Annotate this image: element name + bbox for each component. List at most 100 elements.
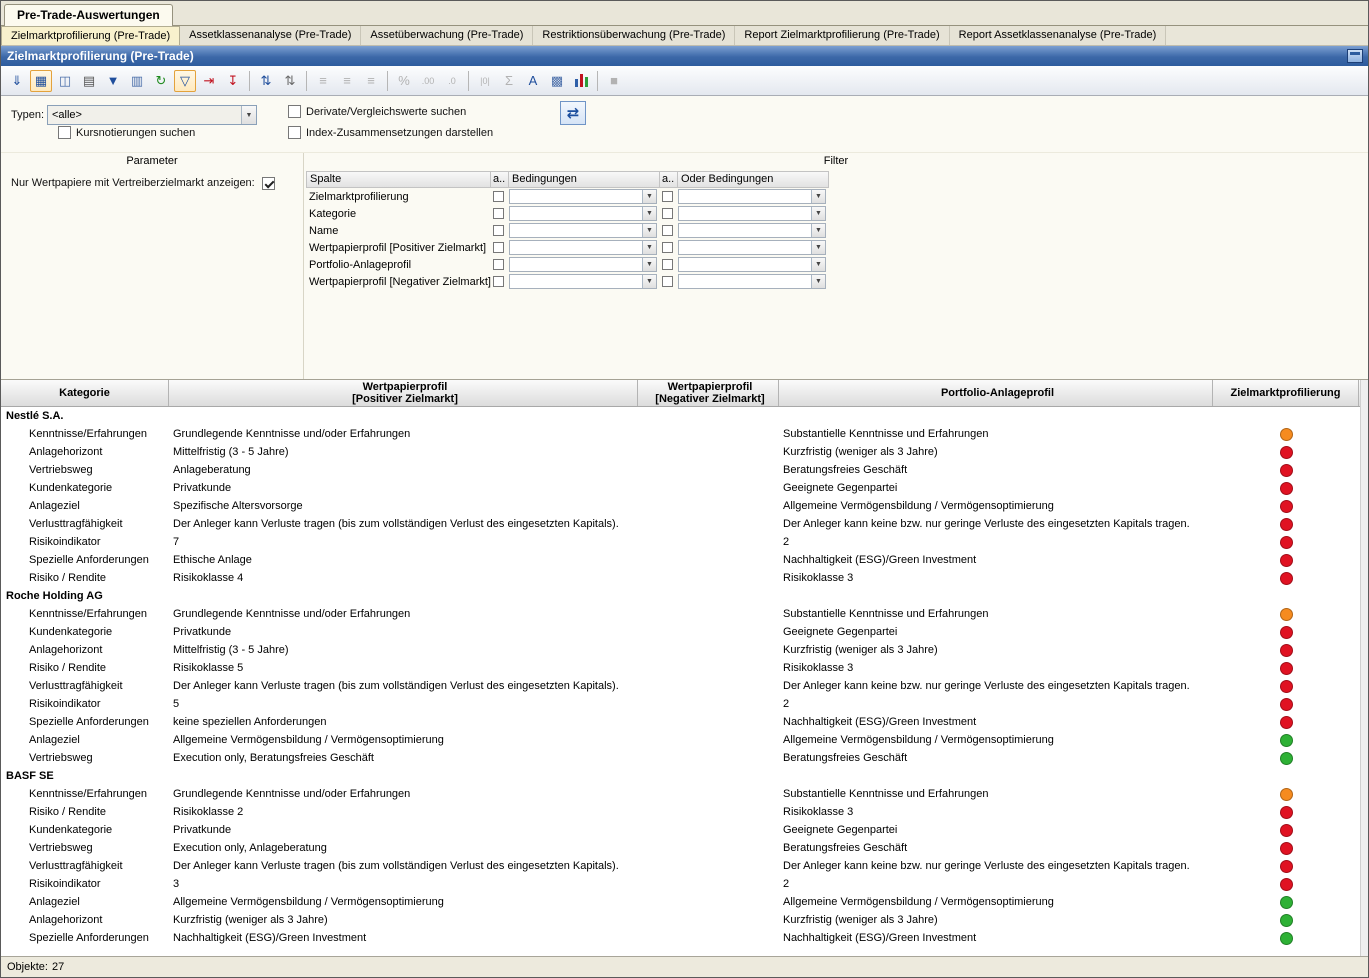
table-row[interactable]: Risikoindikator32: [1, 875, 1368, 893]
window-copy-icon[interactable]: ◫: [54, 70, 76, 92]
filter-icon[interactable]: ▽: [174, 70, 196, 92]
chevron-down-icon[interactable]: ▼: [811, 190, 825, 203]
filter-col-spalte[interactable]: Spalte: [306, 171, 491, 188]
table-row[interactable]: KundenkategoriePrivatkundeGeeignete Gege…: [1, 479, 1368, 497]
filter-or-checkbox[interactable]: [662, 259, 673, 270]
table-row[interactable]: VertriebswegAnlageberatungBeratungsfreie…: [1, 461, 1368, 479]
table-row[interactable]: AnlagezielAllgemeine Vermögensbildung / …: [1, 893, 1368, 911]
sort-ascending-icon[interactable]: ⇅: [255, 70, 277, 92]
filter-or-checkbox[interactable]: [662, 276, 673, 287]
sub-tab-4[interactable]: Restriktionsüberwachung (Pre-Trade): [533, 26, 735, 45]
refresh-search-button[interactable]: ⇄: [560, 101, 586, 125]
filter-or-checkbox[interactable]: [662, 242, 673, 253]
table-row[interactable]: AnlagehorizontMittelfristig (3 - 5 Jahre…: [1, 641, 1368, 659]
table-row[interactable]: Risikoindikator52: [1, 695, 1368, 713]
sub-tab-6[interactable]: Report Assetklassenanalyse (Pre-Trade): [950, 26, 1167, 45]
chart-icon[interactable]: [570, 70, 592, 92]
filter-or-checkbox[interactable]: [662, 225, 673, 236]
table-row[interactable]: Kenntnisse/ErfahrungenGrundlegende Kennt…: [1, 605, 1368, 623]
filter-condition-dropdown[interactable]: ▼: [509, 240, 657, 255]
sort-descending-icon[interactable]: ⇅: [279, 70, 301, 92]
refresh-icon[interactable]: ↻: [150, 70, 172, 92]
sub-tab-1[interactable]: Zielmarktprofilierung (Pre-Trade): [1, 26, 180, 45]
table-row[interactable]: Risiko / RenditeRisikoklasse 4Risikoklas…: [1, 569, 1368, 587]
export-layout-icon[interactable]: ⇓: [6, 70, 28, 92]
column-header-kategorie[interactable]: Kategorie: [1, 380, 169, 406]
chevron-down-icon[interactable]: ▼: [642, 190, 656, 203]
table-row[interactable]: Kenntnisse/ErfahrungenGrundlegende Kennt…: [1, 425, 1368, 443]
filter-or-condition-dropdown[interactable]: ▼: [678, 206, 826, 221]
filter-col-aktiv-2[interactable]: a..: [660, 171, 678, 188]
column-header-zielmarktprofilierung[interactable]: Zielmarktprofilierung: [1213, 380, 1359, 406]
table-row[interactable]: Risiko / RenditeRisikoklasse 2Risikoklas…: [1, 803, 1368, 821]
vertreiberzielmarkt-checkbox[interactable]: [262, 177, 275, 190]
column-header-wertpapierprofil-negativ[interactable]: Wertpapierprofil[Negativer Zielmarkt]: [638, 380, 779, 406]
chevron-down-icon[interactable]: ▼: [642, 207, 656, 220]
kursnotierungen-checkbox[interactable]: [58, 126, 71, 139]
filter-condition-dropdown[interactable]: ▼: [509, 206, 657, 221]
table-row[interactable]: Spezielle AnforderungenNachhaltigkeit (E…: [1, 929, 1368, 947]
table-row[interactable]: VerlusttragfähigkeitDer Anleger kann Ver…: [1, 857, 1368, 875]
filter-col-aktiv[interactable]: a..: [491, 171, 509, 188]
sub-tab-2[interactable]: Assetklassenanalyse (Pre-Trade): [180, 26, 361, 45]
table-row[interactable]: AnlagehorizontMittelfristig (3 - 5 Jahre…: [1, 443, 1368, 461]
filter-condition-dropdown[interactable]: ▼: [509, 257, 657, 272]
sub-tab-5[interactable]: Report Zielmarktprofilierung (Pre-Trade): [735, 26, 949, 45]
index-checkbox[interactable]: [288, 126, 301, 139]
typen-dropdown[interactable]: <alle> ▼: [47, 105, 257, 125]
filter-and-checkbox[interactable]: [493, 191, 504, 202]
grid-icon[interactable]: ▩: [546, 70, 568, 92]
table-row[interactable]: Spezielle AnforderungenEthische AnlageNa…: [1, 551, 1368, 569]
filter-or-condition-dropdown[interactable]: ▼: [678, 257, 826, 272]
goto-next-icon[interactable]: ⇥: [198, 70, 220, 92]
filter-and-checkbox[interactable]: [493, 276, 504, 287]
filter-condition-dropdown[interactable]: ▼: [509, 274, 657, 289]
chevron-down-icon[interactable]: ▼: [642, 275, 656, 288]
chevron-down-icon[interactable]: ▼: [811, 275, 825, 288]
table-row[interactable]: AnlagehorizontKurzfristig (weniger als 3…: [1, 911, 1368, 929]
table-row[interactable]: VerlusttragfähigkeitDer Anleger kann Ver…: [1, 515, 1368, 533]
table-row[interactable]: KundenkategoriePrivatkundeGeeignete Gege…: [1, 821, 1368, 839]
table-row[interactable]: VertriebswegExecution only, Anlageberatu…: [1, 839, 1368, 857]
column-header-wertpapierprofil-positiv[interactable]: Wertpapierprofil[Positiver Zielmarkt]: [169, 380, 638, 406]
chevron-down-icon[interactable]: ▼: [811, 258, 825, 271]
filter-and-checkbox[interactable]: [493, 242, 504, 253]
filter-condition-dropdown[interactable]: ▼: [509, 189, 657, 204]
derivate-checkbox[interactable]: [288, 105, 301, 118]
filter-col-oder-bedingungen[interactable]: Oder Bedingungen: [678, 171, 829, 188]
table-row[interactable]: Risiko / RenditeRisikoklasse 5Risikoklas…: [1, 659, 1368, 677]
filter-or-checkbox[interactable]: [662, 191, 673, 202]
tab-pre-trade-auswertungen[interactable]: Pre-Trade-Auswertungen: [4, 4, 173, 26]
chevron-down-icon[interactable]: ▼: [811, 207, 825, 220]
insert-down-icon[interactable]: ▼: [102, 70, 124, 92]
table-row[interactable]: KundenkategoriePrivatkundeGeeignete Gege…: [1, 623, 1368, 641]
panel-toggle-icon[interactable]: [1347, 49, 1363, 63]
table-row[interactable]: Risikoindikator72: [1, 533, 1368, 551]
font-icon[interactable]: A: [522, 70, 544, 92]
filter-condition-dropdown[interactable]: ▼: [509, 223, 657, 238]
goto-down-icon[interactable]: ↧: [222, 70, 244, 92]
table-row[interactable]: VertriebswegExecution only, Beratungsfre…: [1, 749, 1368, 767]
filter-and-checkbox[interactable]: [493, 208, 504, 219]
sub-tab-3[interactable]: Assetüberwachung (Pre-Trade): [361, 26, 533, 45]
filter-col-bedingungen[interactable]: Bedingungen: [509, 171, 660, 188]
column-layout-icon[interactable]: ▥: [126, 70, 148, 92]
column-header-portfolio-anlageprofil[interactable]: Portfolio-Anlageprofil: [779, 380, 1213, 406]
filter-and-checkbox[interactable]: [493, 225, 504, 236]
table-row[interactable]: VerlusttragfähigkeitDer Anleger kann Ver…: [1, 677, 1368, 695]
chevron-down-icon[interactable]: ▼: [811, 224, 825, 237]
table-row[interactable]: AnlagezielAllgemeine Vermögensbildung / …: [1, 731, 1368, 749]
print-icon[interactable]: ▤: [78, 70, 100, 92]
chevron-down-icon[interactable]: ▼: [811, 241, 825, 254]
filter-or-condition-dropdown[interactable]: ▼: [678, 223, 826, 238]
chevron-down-icon[interactable]: ▼: [642, 241, 656, 254]
filter-and-checkbox[interactable]: [493, 259, 504, 270]
chevron-down-icon[interactable]: ▼: [241, 106, 256, 124]
chevron-down-icon[interactable]: ▼: [642, 258, 656, 271]
table-row[interactable]: Spezielle Anforderungenkeine speziellen …: [1, 713, 1368, 731]
chart-layout-icon[interactable]: ▦: [30, 70, 52, 92]
vertical-scrollbar[interactable]: [1360, 380, 1368, 956]
filter-or-condition-dropdown[interactable]: ▼: [678, 240, 826, 255]
filter-or-condition-dropdown[interactable]: ▼: [678, 274, 826, 289]
chevron-down-icon[interactable]: ▼: [642, 224, 656, 237]
